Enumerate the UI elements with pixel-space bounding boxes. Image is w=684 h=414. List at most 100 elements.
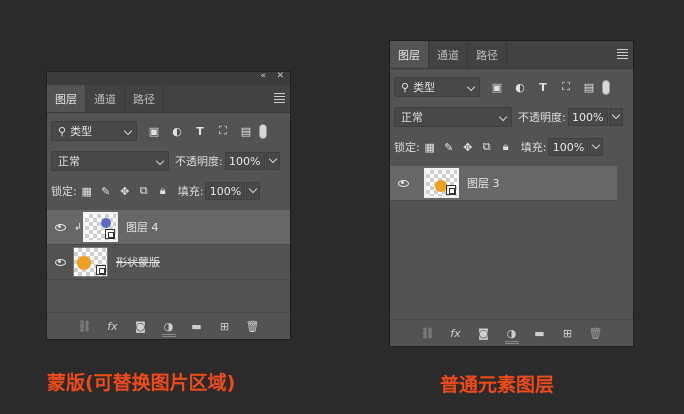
opacity-label: 不透明度:	[518, 111, 566, 124]
blend-mode-value: 正常	[58, 155, 80, 168]
panel-bottom-toolbar: ⛓ fx ◙ ◑ ▬ ⊞ 🗑︎	[390, 319, 633, 346]
lock-row: 锁定: ▦ ✎ ✥ ⧉ 🔒︎ 填充: 100%	[390, 132, 633, 162]
new-layer-icon[interactable]: ⊞	[217, 319, 233, 333]
fill-field[interactable]: 100%	[205, 182, 246, 200]
opacity-field[interactable]: 100%	[224, 152, 265, 170]
blend-row: 正常 不透明度: 100%	[390, 102, 633, 132]
folder-icon[interactable]: ▬	[532, 326, 548, 340]
kind-filter-select[interactable]: ⚲ 类型	[394, 77, 480, 97]
layer-thumbnail	[83, 212, 118, 242]
blend-mode-select[interactable]: 正常	[51, 151, 169, 171]
layer-row[interactable]: 形状蒙版	[47, 245, 290, 280]
lock-transparent-icon[interactable]: ▦	[81, 184, 93, 198]
panel-tab-bar: 图层 通道 路径	[390, 41, 633, 69]
adjustment-filter-icon[interactable]: ◐	[170, 124, 184, 138]
smart-object-filter-icon[interactable]: ▤	[582, 80, 596, 94]
opacity-field[interactable]: 100%	[567, 108, 608, 126]
clip-arrow-icon: ↲	[73, 221, 83, 233]
tab-channels[interactable]: 通道	[86, 85, 125, 112]
smart-object-badge-icon	[446, 185, 456, 195]
adjustment-icon[interactable]: ◑	[504, 326, 520, 340]
visibility-eye-icon[interactable]	[390, 179, 416, 187]
tab-layers[interactable]: 图层	[47, 85, 86, 112]
lock-label: 锁定:	[51, 185, 77, 198]
layer-name[interactable]: 图层 4	[126, 219, 159, 235]
lock-paint-icon[interactable]: ✎	[443, 140, 455, 154]
tab-paths[interactable]: 路径	[468, 41, 507, 68]
blend-row: 正常 不透明度: 100%	[47, 146, 290, 176]
opacity-label: 不透明度:	[175, 155, 223, 168]
chevron-down-icon	[466, 82, 476, 92]
panel-tab-bar: 图层 通道 路径	[47, 85, 290, 113]
folder-icon[interactable]: ▬	[189, 319, 205, 333]
mask-icon[interactable]: ◙	[476, 326, 492, 340]
opacity-dropdown[interactable]	[265, 152, 280, 170]
tab-layers[interactable]: 图层	[390, 41, 429, 68]
lock-label: 锁定:	[394, 141, 420, 154]
resize-grip[interactable]	[504, 341, 519, 344]
lock-paint-icon[interactable]: ✎	[100, 184, 112, 198]
layers-panel-normal: 图层 通道 路径 ⚲ 类型 ▣ ◐ T ⛶ ▤ 正常 不透明度: 100% 锁定…	[389, 40, 634, 347]
trash-icon[interactable]: 🗑︎	[588, 326, 604, 340]
caption-normal-layer: 普通元素图层	[440, 374, 555, 396]
chevron-down-icon	[123, 126, 133, 136]
chevron-down-icon	[498, 112, 508, 122]
resize-grip[interactable]	[161, 334, 176, 337]
adjustment-icon[interactable]: ◑	[161, 319, 177, 333]
shape-filter-icon[interactable]: ⛶	[559, 80, 573, 94]
adjustment-filter-icon[interactable]: ◐	[513, 80, 527, 94]
image-filter-icon[interactable]: ▣	[490, 80, 504, 94]
lock-all-icon[interactable]: 🔒︎	[157, 184, 169, 198]
fx-icon[interactable]: fx	[448, 326, 464, 340]
layer-name[interactable]: 图层 3	[467, 175, 500, 191]
fill-label: 填充:	[177, 185, 204, 198]
fill-label: 填充:	[520, 141, 547, 154]
lock-artboard-icon[interactable]: ⧉	[481, 140, 493, 154]
filter-toggle[interactable]	[602, 79, 610, 95]
layer-row[interactable]: 图层 3	[390, 166, 617, 201]
trash-icon[interactable]: 🗑︎	[245, 319, 261, 333]
blend-mode-select[interactable]: 正常	[394, 107, 512, 127]
lock-position-icon[interactable]: ✥	[462, 140, 474, 154]
filter-toggle[interactable]	[259, 123, 267, 139]
type-filter-icon[interactable]: T	[536, 80, 550, 94]
filter-row: ⚲ 类型 ▣ ◐ T ⛶ ▤	[390, 72, 633, 102]
search-icon: ⚲	[58, 124, 67, 138]
type-filter-icon[interactable]: T	[193, 124, 207, 138]
mask-icon[interactable]: ◙	[133, 319, 149, 333]
panel-menu-icon[interactable]	[617, 49, 628, 61]
shape-badge-icon	[96, 265, 106, 275]
tab-channels[interactable]: 通道	[429, 41, 468, 68]
filter-row: ⚲ 类型 ▣ ◐ T ⛶ ▤	[47, 116, 290, 146]
lock-all-icon[interactable]: 🔒︎	[500, 140, 512, 154]
link-icon[interactable]: ⛓	[77, 319, 93, 333]
tab-paths[interactable]: 路径	[125, 85, 164, 112]
smart-object-filter-icon[interactable]: ▤	[239, 124, 253, 138]
panel-bottom-toolbar: ⛓ fx ◙ ◑ ▬ ⊞ 🗑︎	[47, 312, 290, 339]
layers-panel-mask: « ✕ 图层 通道 路径 ⚲ 类型 ▣ ◐ T ⛶ ▤ 正常 不透明度: 100…	[46, 71, 291, 340]
new-layer-icon[interactable]: ⊞	[560, 326, 576, 340]
fill-dropdown[interactable]	[246, 182, 261, 200]
lock-position-icon[interactable]: ✥	[119, 184, 131, 198]
image-filter-icon[interactable]: ▣	[147, 124, 161, 138]
lock-transparent-icon[interactable]: ▦	[424, 140, 436, 154]
shape-filter-icon[interactable]: ⛶	[216, 124, 230, 138]
fill-field[interactable]: 100%	[548, 138, 589, 156]
layer-row[interactable]: ↲ 图层 4	[47, 210, 290, 245]
kind-filter-label: 类型	[413, 81, 436, 94]
kind-filter-select[interactable]: ⚲ 类型	[51, 121, 137, 141]
visibility-eye-icon[interactable]	[47, 223, 73, 231]
visibility-eye-icon[interactable]	[47, 258, 73, 266]
fx-icon[interactable]: fx	[105, 319, 121, 333]
close-icon[interactable]: ✕	[276, 71, 284, 81]
panel-menu-icon[interactable]	[274, 93, 285, 105]
collapse-icon[interactable]: «	[260, 71, 266, 81]
opacity-dropdown[interactable]	[608, 108, 623, 126]
lock-artboard-icon[interactable]: ⧉	[138, 184, 150, 198]
layer-thumbnail	[424, 168, 459, 198]
layer-list: ↲ 图层 4 形状蒙版	[47, 210, 290, 280]
link-icon[interactable]: ⛓	[420, 326, 436, 340]
fill-dropdown[interactable]	[589, 138, 604, 156]
layer-thumbnail	[73, 247, 108, 277]
layer-name[interactable]: 形状蒙版	[116, 254, 160, 270]
